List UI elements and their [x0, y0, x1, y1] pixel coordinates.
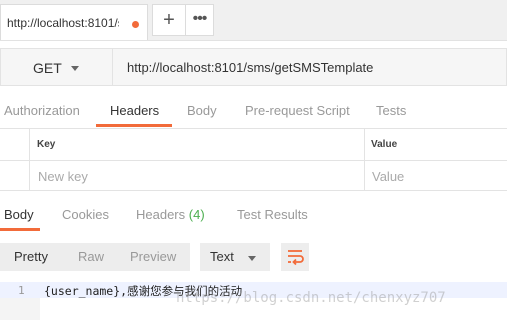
tab-pre-request-script[interactable]: Pre-request Script [245, 103, 350, 118]
raw-button[interactable]: Raw [58, 243, 120, 271]
response-tab-body[interactable]: Body [4, 207, 34, 222]
tab-authorization[interactable]: Authorization [4, 103, 80, 118]
wrap-lines-button[interactable] [281, 243, 309, 271]
value-column-header: Value [371, 139, 398, 150]
active-tab-indicator [96, 124, 172, 127]
chevron-down-icon [248, 256, 256, 261]
tab-headers[interactable]: Headers [110, 103, 159, 118]
request-tab-title: http://localhost:8101/s [7, 16, 119, 30]
wrap-lines-icon [288, 250, 304, 266]
more-tabs-button[interactable]: ••• [186, 4, 214, 36]
pretty-button[interactable]: Pretty [0, 243, 58, 271]
new-value-input[interactable]: Value [372, 169, 404, 184]
key-column-header: Key [37, 139, 56, 150]
table-divider [0, 190, 507, 191]
tab-tests[interactable]: Tests [376, 103, 406, 118]
new-tab-button[interactable]: + [152, 4, 186, 36]
active-response-tab-indicator [0, 228, 40, 231]
method-label: GET [33, 60, 62, 76]
table-column-divider [364, 128, 365, 190]
request-tab[interactable]: http://localhost:8101/s [0, 4, 148, 40]
url-input[interactable]: http://localhost:8101/sms/getSMSTemplate [113, 48, 507, 86]
url-value: http://localhost:8101/sms/getSMSTemplate [127, 60, 374, 75]
response-headers-count: (4) [188, 207, 205, 222]
line-number: 1 [18, 284, 25, 297]
format-select[interactable]: Text [200, 243, 270, 271]
response-tab-cookies[interactable]: Cookies [62, 207, 109, 222]
watermark-text: https://blog.csdn.net/chenxyz707 [176, 290, 446, 306]
format-label: Text [210, 249, 234, 264]
preview-button[interactable]: Preview [120, 243, 190, 271]
response-tab-test-results[interactable]: Test Results [237, 207, 308, 222]
chevron-down-icon [71, 66, 79, 71]
response-headers-label: Headers [136, 207, 186, 222]
unsaved-dot-icon [132, 21, 139, 28]
new-key-input[interactable]: New key [38, 169, 88, 184]
method-select[interactable]: GET [0, 48, 113, 86]
tab-body[interactable]: Body [187, 103, 217, 118]
response-tab-headers[interactable]: Headers (4) [136, 207, 205, 222]
table-column-divider [29, 128, 30, 190]
table-divider [0, 128, 507, 129]
table-divider [0, 160, 507, 161]
